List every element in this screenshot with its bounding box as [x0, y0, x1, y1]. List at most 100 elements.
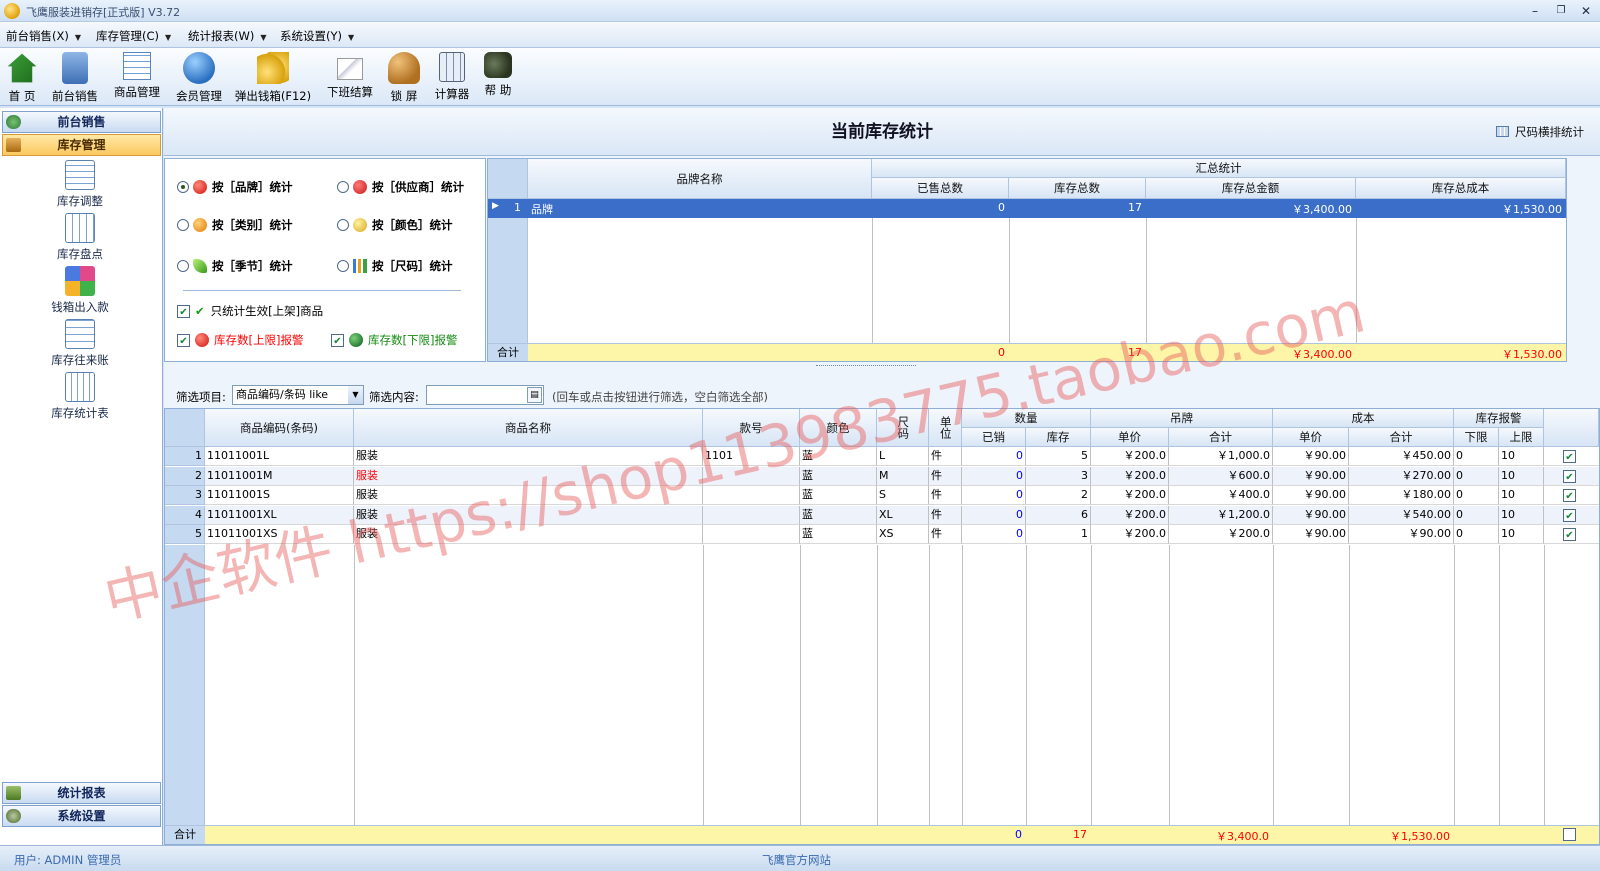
cell-sold[interactable]: 0 [962, 486, 1026, 506]
option-by-supplier[interactable]: 按［供应商］统计 [337, 179, 464, 195]
chevron-down-icon[interactable]: ▼ [348, 386, 363, 404]
cell-high[interactable]: 10 [1499, 466, 1544, 486]
table-row[interactable]: ▶ 1 品牌 0 17 ￥3,400.00 ￥1,530.00 [488, 199, 1566, 218]
cell-price[interactable]: ￥200.0 [1091, 447, 1169, 466]
cell-stock[interactable]: 5 [1026, 447, 1091, 466]
menu-stock[interactable]: 库存管理(C) ▼ [96, 28, 171, 44]
menu-settings[interactable]: 系统设置(Y) ▼ [280, 28, 354, 44]
radio-button[interactable] [337, 181, 349, 193]
shift-settle-button[interactable]: 下班结算 [323, 50, 377, 104]
checkbox[interactable] [1563, 828, 1576, 841]
option-by-size[interactable]: 按［尺码］统计 [337, 258, 453, 274]
nav-reports[interactable]: 统计报表 [2, 782, 161, 804]
nav-item-stock-ledger[interactable]: 库存往来账 [30, 319, 130, 368]
cell-high[interactable]: 10 [1499, 486, 1544, 506]
minimize-button[interactable]: – [1524, 2, 1546, 20]
cell-style[interactable] [703, 525, 800, 545]
menu-front-sales[interactable]: 前台销售(X) ▼ [6, 28, 81, 44]
member-manage-button[interactable]: 会员管理 [172, 50, 226, 104]
cell-total[interactable]: ￥1,200.0 [1169, 505, 1273, 525]
nav-front-sales[interactable]: 前台销售 [2, 111, 161, 133]
col-high[interactable]: 上限 [1499, 428, 1544, 447]
cell-color[interactable]: 蓝 [800, 525, 877, 545]
col-unit[interactable]: 单位 [929, 409, 962, 447]
cell-price[interactable]: ￥200.0 [1091, 505, 1169, 525]
restore-button[interactable]: ❐ [1550, 2, 1572, 20]
table-row[interactable]: 1 11011001L 服装 1101 蓝 L 件 0 5 ￥200.0 ￥1,000.0 ￥90.0… [165, 447, 1599, 467]
cell-style[interactable] [703, 486, 800, 506]
table-row[interactable]: 5 11011001XS 服装蓝 XS 件 0 1 ￥200.0 ￥200.0 ￥90.00 ￥90… [165, 525, 1599, 546]
option-by-season[interactable]: 按［季节］统计 [177, 258, 293, 274]
filter-item-select[interactable]: 商品编码/条码 like ▼ [232, 385, 364, 405]
cell-ctotal[interactable]: ￥540.00 [1349, 505, 1454, 525]
cell-unit[interactable]: 件 [929, 525, 962, 545]
cell-name[interactable]: 服装 [354, 486, 703, 506]
cell-cprice[interactable]: ￥90.00 [1273, 505, 1349, 525]
cell-name[interactable]: 服装 [354, 466, 703, 486]
cell-code[interactable]: 11011001S [205, 486, 354, 506]
col-size[interactable]: 尺码 [877, 409, 929, 447]
cell-low[interactable]: 0 [1454, 447, 1499, 466]
cell-ctotal[interactable]: ￥180.00 [1349, 486, 1454, 506]
cell-high[interactable]: 10 [1499, 505, 1544, 525]
cell-name[interactable]: 服装 [354, 447, 703, 466]
cell-price[interactable]: ￥200.0 [1091, 486, 1169, 506]
cell-stock[interactable]: 2 [1026, 486, 1091, 506]
checkbox[interactable] [331, 333, 344, 347]
splitter-handle[interactable] [816, 365, 916, 369]
upper-alarm-checkbox[interactable]: 库存数[上限]报警 [177, 332, 303, 348]
front-sales-button[interactable]: 前台销售 [48, 50, 102, 104]
cell-name[interactable]: 服装 [354, 525, 703, 545]
cell-unit[interactable]: 件 [929, 466, 962, 486]
table-row[interactable]: 2 11011001M 服装蓝 M 件 0 3 ￥200.0 ￥600.0 ￥90.00 ￥270.… [165, 466, 1599, 487]
radio-button[interactable] [337, 260, 349, 272]
cell-high[interactable]: 10 [1499, 447, 1544, 466]
cell-total[interactable]: ￥1,000.0 [1169, 447, 1273, 466]
radio-button[interactable] [177, 260, 189, 272]
cell-cprice[interactable]: ￥90.00 [1273, 466, 1349, 486]
cell-total[interactable]: ￥200.0 [1169, 525, 1273, 545]
only-active-checkbox[interactable]: ✔ 只统计生效[上架]商品 [177, 303, 323, 319]
cell-low[interactable]: 0 [1454, 505, 1499, 525]
cell-ctotal[interactable]: ￥450.00 [1349, 447, 1454, 466]
cell-high[interactable]: 10 [1499, 525, 1544, 545]
cell-size[interactable]: S [877, 486, 929, 506]
col-name[interactable]: 商品名称 [354, 409, 703, 447]
nav-item-stock-check[interactable]: 库存盘点 [30, 213, 130, 262]
calculator-button[interactable]: 计算器 [432, 50, 472, 104]
lower-alarm-checkbox[interactable]: 库存数[下限]报警 [331, 332, 457, 348]
cell-color[interactable]: 蓝 [800, 486, 877, 506]
nav-item-stock-adjust[interactable]: 库存调整 [30, 160, 130, 209]
cell-size[interactable]: XS [877, 525, 929, 545]
cell-cprice[interactable]: ￥90.00 [1273, 486, 1349, 506]
col-code[interactable]: 商品编码(条码) [205, 409, 354, 447]
cell-cprice[interactable]: ￥90.00 [1273, 447, 1349, 466]
cell-code[interactable]: 11011001L [205, 447, 354, 466]
cell-style[interactable] [703, 466, 800, 486]
cashbox-button[interactable]: 弹出钱箱(F12) [232, 50, 314, 104]
col-sold-total[interactable]: 已售总数 [872, 178, 1009, 199]
table-row[interactable]: 3 11011001S 服装蓝 S 件 0 2 ￥200.0 ￥400.0 ￥90.00 ￥180.… [165, 486, 1599, 507]
cell-unit[interactable]: 件 [929, 486, 962, 506]
cell-color[interactable]: 蓝 [800, 466, 877, 486]
cell-unit[interactable]: 件 [929, 505, 962, 525]
col-cost-total[interactable]: 合计 [1349, 428, 1454, 447]
product-manage-button[interactable]: 商品管理 [110, 50, 164, 104]
col-cost-price[interactable]: 单价 [1273, 428, 1349, 447]
cell-ctotal[interactable]: ￥90.00 [1349, 525, 1454, 545]
cell-price[interactable]: ￥200.0 [1091, 525, 1169, 545]
col-low[interactable]: 下限 [1454, 428, 1499, 447]
col-tag-price[interactable]: 单价 [1091, 428, 1169, 447]
cell-price[interactable]: ￥200.0 [1091, 466, 1169, 486]
col-stock-amount[interactable]: 库存总金额 [1146, 178, 1356, 199]
cell-low[interactable]: 0 [1454, 525, 1499, 545]
nav-stock-manage[interactable]: 库存管理 [2, 134, 161, 156]
close-button[interactable]: ✕ [1575, 2, 1597, 20]
checkbox[interactable] [1563, 489, 1576, 503]
official-site-link[interactable]: 飞鹰官方网站 [762, 852, 831, 868]
home-button[interactable]: 首 页 [4, 50, 40, 104]
radio-button[interactable] [177, 181, 189, 193]
size-horizontal-button[interactable]: 尺码横排统计 [1496, 124, 1584, 140]
option-by-brand[interactable]: 按［品牌］统计 [177, 179, 293, 195]
nav-item-stock-report[interactable]: 库存统计表 [30, 372, 130, 421]
